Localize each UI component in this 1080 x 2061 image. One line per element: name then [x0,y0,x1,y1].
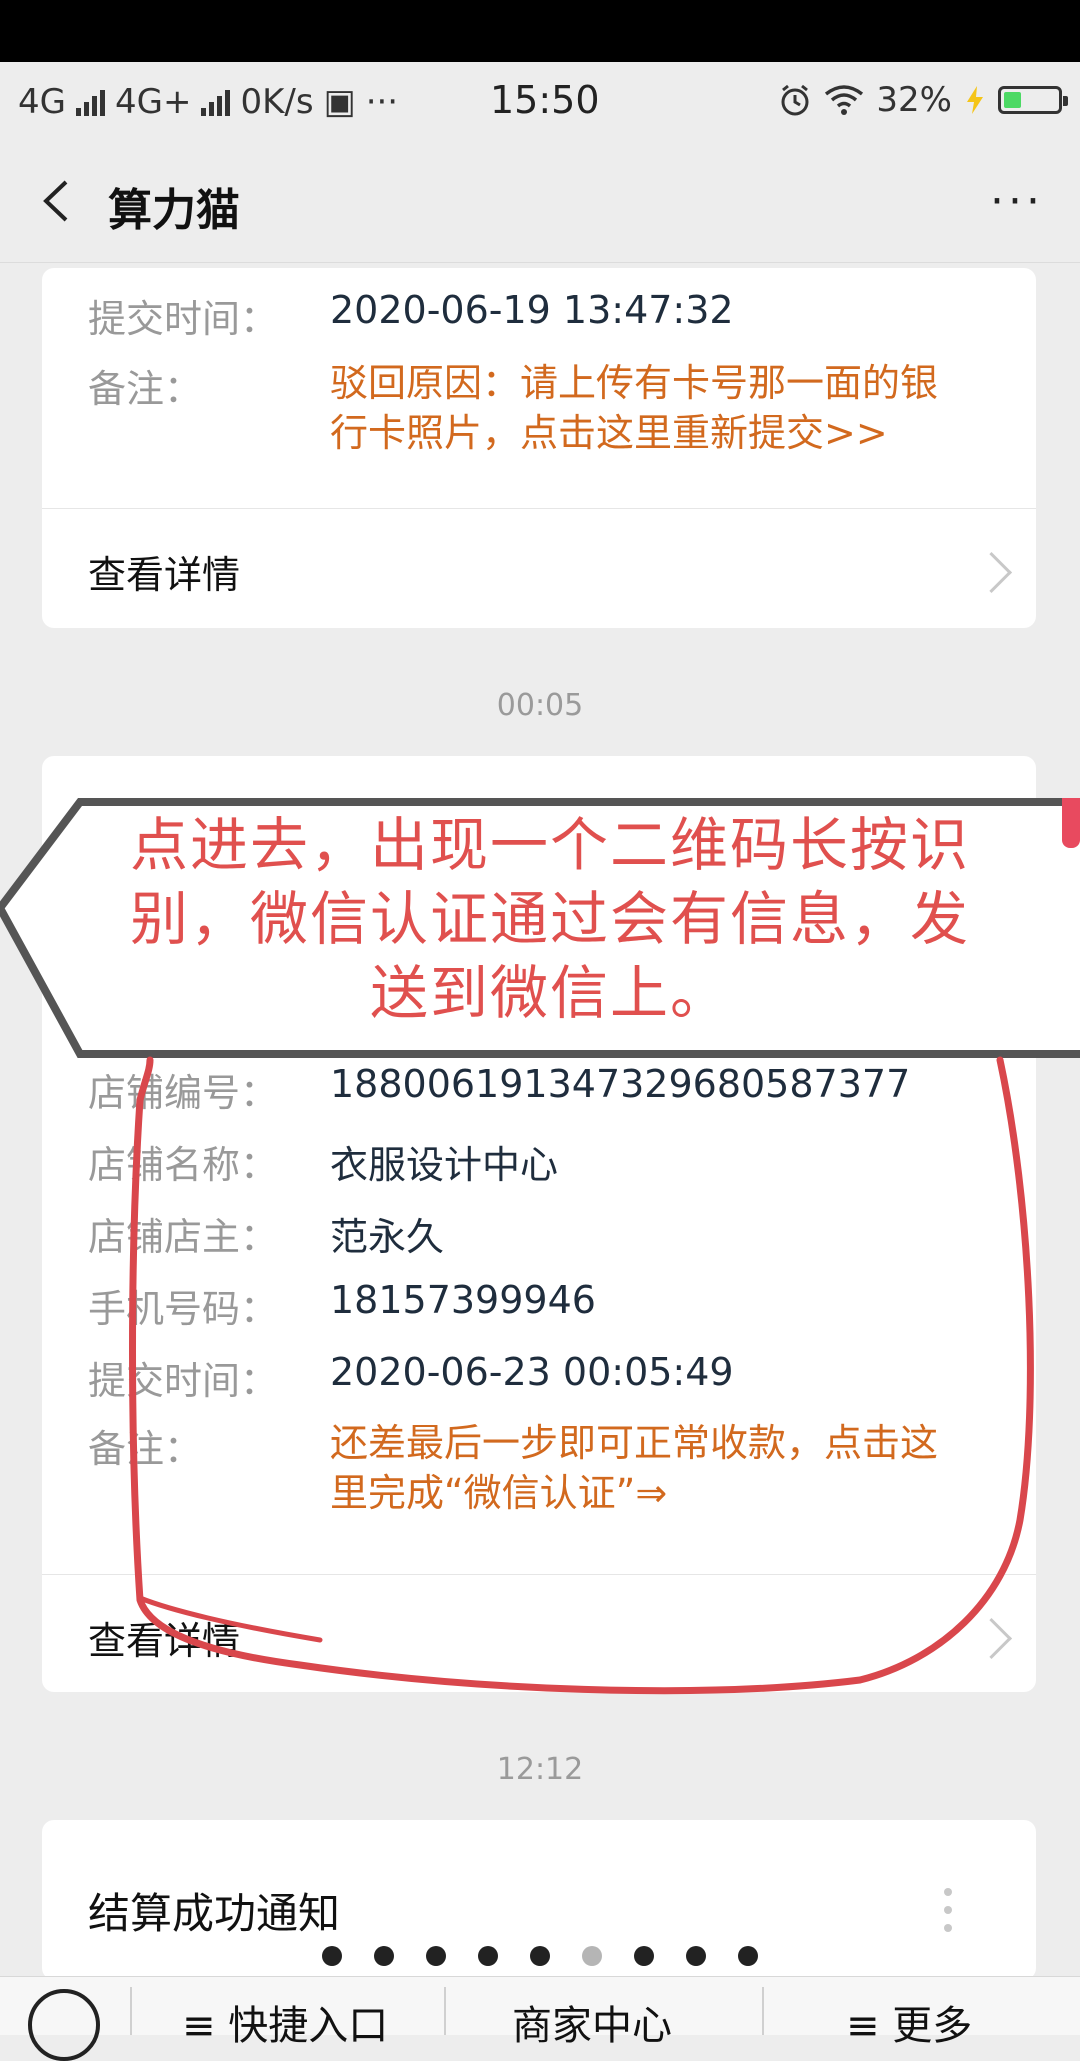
card-title: 结算成功通知 [88,1889,341,1938]
annotation-line-2: 别，微信认证通过会有信息，发 [129,885,970,953]
page-dot [478,1946,498,1966]
menu-separator [762,1987,764,2035]
menu-more[interactable]: ≡ 更多 [846,1993,972,2051]
remark-line-2: 行卡照片，点击这里重新提交>> [330,411,888,455]
more-options-icon[interactable]: ··· [990,176,1044,227]
info-row: 店铺名称： 衣服设计中心 [88,1134,558,1189]
view-details-link[interactable]: 查看详情 [88,544,240,599]
notification-icon: ▣ [323,82,356,122]
submit-time-row: 提交时间： 2020-06-19 13:47:32 [88,288,734,343]
info-row: 手机号码： 18157399946 [88,1278,596,1333]
battery-icon [998,86,1068,114]
wifi-icon [825,85,864,115]
notice-card-1: 提交时间： 2020-06-19 13:47:32 备注： 驳回原因：请上传有卡… [42,268,1036,628]
remark-value[interactable]: 还差最后一步即可正常收款，点击这 里完成“微信认证”⇒ [330,1418,938,1518]
page-dot [322,1946,342,1966]
info-label: 店铺名称： [88,1143,279,1187]
nav-title: 算力猫 [108,185,240,236]
remark-line-1: 驳回原因：请上传有卡号那一面的银 [330,361,939,405]
remark-line-1: 还差最后一步即可正常收款，点击这 [330,1421,939,1465]
battery-percent: 32% [876,80,952,120]
timestamp: 00:05 [496,688,584,723]
card-divider [42,1574,1036,1575]
page-dot [634,1946,654,1966]
network1-label: 4G [18,82,66,122]
remark-value[interactable]: 驳回原因：请上传有卡号那一面的银 行卡照片，点击这里重新提交>> [330,358,938,458]
menu-merchant-center[interactable]: 商家中心 [512,1993,672,2051]
info-label: 提交时间： [88,1359,279,1403]
info-value: 18157399946 [330,1278,596,1322]
info-label: 手机号码： [88,1287,279,1331]
nav-bar: 算力猫 ··· [0,142,1080,263]
remark-label: 备注： [88,367,203,411]
info-label: 店铺店主： [88,1215,279,1259]
submit-time-label: 提交时间： [88,297,279,341]
remark-label: 备注： [88,1427,203,1471]
network2-label: 4G+ [114,82,192,122]
submit-time-value: 2020-06-19 13:47:32 [330,288,734,332]
annotation-text: 点进去，出现一个二维码长按识 别，微信认证通过会有信息，发 送到微信上。 [80,808,1020,1030]
charging-icon [967,86,983,114]
signal-icon-2 [201,88,231,116]
status-left: 4G 4G+ 0K/s ▣ ··· [18,82,398,122]
chevron-right-icon [970,551,1013,594]
signal-icon [75,88,105,116]
annotation-line-1: 点进去，出现一个二维码长按识 [129,811,970,879]
menu-separator [444,1987,446,2035]
status-more: ··· [365,82,399,122]
info-value: 1880061913473296805873​77 [330,1062,911,1106]
card-divider [42,508,1036,509]
alarm-icon [781,84,809,116]
page-dot [530,1946,550,1966]
page-indicator [0,1946,1080,1966]
remark-line-2: 里完成“微信认证”⇒ [330,1471,668,1515]
remark-row: 备注： 驳回原因：请上传有卡号那一面的银 行卡照片，点击这里重新提交>> [88,358,938,458]
speed-label: 0K/s [240,82,314,122]
menu-separator [130,1987,132,2035]
vertical-dots-icon [944,1888,952,1942]
chevron-right-icon [970,1617,1013,1660]
info-value: 衣服设计中心 [330,1143,559,1187]
info-value: 2020-06-23 00:05:49 [330,1350,734,1394]
view-details-link[interactable]: 查看详情 [88,1610,240,1665]
status-bar: 4G 4G+ 0K/s ▣ ··· 15:50 32% [0,62,1080,142]
timestamp: 12:12 [496,1752,584,1787]
info-row: 店铺店主： 范永久 [88,1206,444,1261]
page-dot [374,1946,394,1966]
annotation-line-3: 送到微信上。 [369,959,730,1027]
status-time: 15:50 [490,78,600,122]
page-dot [582,1946,602,1966]
info-label: 店铺编号： [88,1071,279,1115]
page-dot [686,1946,706,1966]
top-black-bar [0,0,1080,62]
page-dot [738,1946,758,1966]
info-row: 提交时间： 2020-06-23 00:05:49 [88,1350,734,1405]
back-arrow-icon[interactable] [34,176,84,226]
battery-fill [1004,92,1021,108]
menu-quick-entry[interactable]: ≡ 快捷入口 [182,1993,388,2051]
keyboard-icon[interactable] [28,1989,100,2061]
bottom-menu-bar: ≡ 快捷入口 商家中心 ≡ 更多 [0,1976,1080,2061]
info-row: 店铺编号： 1880061913473296805873​77 [88,1062,910,1117]
info-value: 范永久 [330,1215,445,1259]
status-right: 32% [778,80,1068,120]
remark-row: 备注： 还差最后一步即可正常收款，点击这 里完成“微信认证”⇒ [88,1418,938,1518]
page-dot [426,1946,446,1966]
